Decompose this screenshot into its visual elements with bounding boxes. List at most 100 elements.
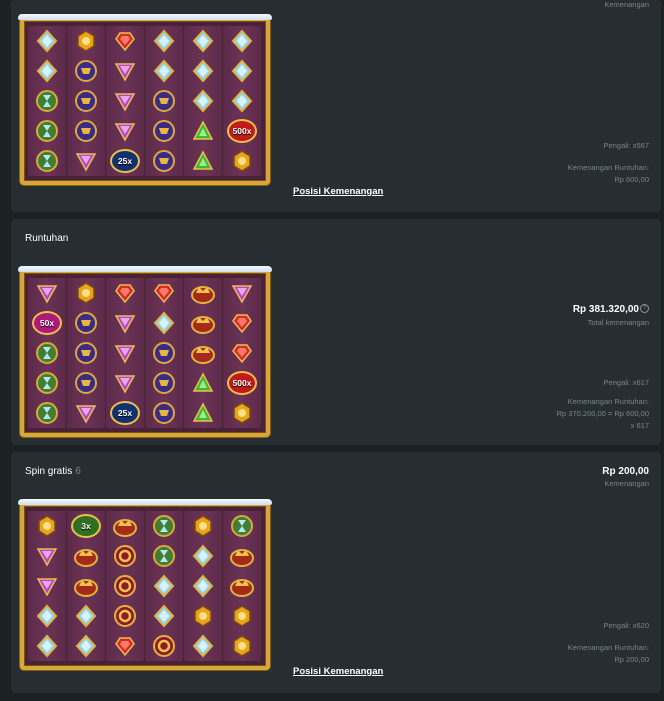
blue-diamond-icon bbox=[192, 89, 214, 113]
crown-icon bbox=[191, 286, 215, 304]
gold-hexagon-icon bbox=[233, 150, 251, 172]
multiplier-text: Pengali: x620 bbox=[603, 621, 649, 630]
purple-gem-icon bbox=[75, 405, 97, 424]
gold-hexagon-icon bbox=[233, 402, 251, 424]
blue-diamond-icon bbox=[36, 29, 58, 53]
multiplier-orb: 500x bbox=[227, 371, 257, 395]
purple-gem-icon bbox=[75, 153, 97, 172]
gold-hexagon-icon bbox=[77, 30, 95, 52]
gold-hexagon-icon bbox=[194, 605, 212, 627]
panel-title: Spin gratis 6 bbox=[25, 466, 81, 477]
red-ruby-icon bbox=[232, 344, 252, 364]
blue-diamond-icon bbox=[36, 634, 58, 658]
multiplier-orb: 25x bbox=[110, 401, 140, 425]
tumble-win-label: Kemenangan Runtuhan: bbox=[567, 397, 649, 406]
multiplier-orb: 500x bbox=[227, 119, 257, 143]
tumble-win-value: Rp 600,00 bbox=[614, 175, 649, 184]
purple-gem-icon bbox=[114, 63, 136, 82]
blue-diamond-icon bbox=[36, 59, 58, 83]
tumble-win-extra: x 617 bbox=[630, 421, 649, 430]
win-label: Kemenangan bbox=[604, 0, 649, 9]
tumble-win-value: Rp 370.200,00 = Rp 600,00 bbox=[556, 409, 649, 418]
free-spins-label: Spin gratis bbox=[25, 466, 73, 477]
purple-gem-icon bbox=[114, 315, 136, 334]
tumble-win-label: Kemenangan Runtuhan: bbox=[567, 643, 649, 652]
hourglass-icon bbox=[36, 150, 58, 172]
chalice-icon bbox=[153, 372, 175, 394]
blue-diamond-icon bbox=[192, 574, 214, 598]
ring-icon bbox=[114, 545, 136, 567]
gold-hexagon-icon bbox=[194, 515, 212, 537]
chalice-icon bbox=[153, 120, 175, 142]
gold-hexagon-icon bbox=[233, 635, 251, 657]
green-gem-icon bbox=[192, 120, 214, 140]
board-snow-cap bbox=[18, 14, 272, 20]
purple-gem-icon bbox=[231, 285, 253, 304]
purple-gem-icon bbox=[36, 578, 58, 597]
blue-diamond-icon bbox=[153, 59, 175, 83]
multiplier-orb: 3x bbox=[71, 514, 101, 538]
crown-icon bbox=[113, 519, 137, 537]
total-win-amount: Rp 381.320,00? bbox=[573, 304, 649, 315]
chalice-icon bbox=[153, 342, 175, 364]
total-win-label: Total kemenangan bbox=[587, 318, 649, 327]
game-board: 3x bbox=[18, 499, 272, 670]
crown-icon bbox=[74, 549, 98, 567]
crown-icon bbox=[74, 579, 98, 597]
multiplier-text: Pengali: x567 bbox=[603, 141, 649, 150]
multiplier-text: Pengali: x617 bbox=[603, 378, 649, 387]
panel-title: Runtuhan bbox=[25, 233, 69, 244]
multiplier-orb: 25x bbox=[110, 149, 140, 173]
purple-gem-icon bbox=[36, 285, 58, 304]
win-positions-link[interactable]: Posisi Kemenangan bbox=[293, 666, 383, 677]
ring-icon bbox=[153, 635, 175, 657]
board-snow-cap bbox=[18, 499, 272, 505]
game-board: 500x 25x bbox=[18, 14, 272, 185]
gold-hexagon-icon bbox=[233, 605, 251, 627]
crown-icon bbox=[191, 316, 215, 334]
blue-diamond-icon bbox=[153, 311, 175, 335]
red-ruby-icon bbox=[115, 637, 135, 657]
chalice-icon bbox=[75, 60, 97, 82]
ring-icon bbox=[114, 605, 136, 627]
ring-icon bbox=[114, 575, 136, 597]
purple-gem-icon bbox=[114, 123, 136, 142]
crown-icon bbox=[230, 579, 254, 597]
info-icon[interactable]: ? bbox=[640, 304, 649, 313]
board-snow-cap bbox=[18, 266, 272, 272]
blue-diamond-icon bbox=[75, 634, 97, 658]
hourglass-icon bbox=[153, 545, 175, 567]
chalice-icon bbox=[153, 90, 175, 112]
green-gem-icon bbox=[192, 402, 214, 422]
blue-diamond-icon bbox=[231, 89, 253, 113]
win-positions-link[interactable]: Posisi Kemenangan bbox=[293, 186, 383, 197]
green-gem-icon bbox=[192, 372, 214, 392]
round-panel-2: Runtuhan 50x 500x 25x Rp 381.320,00? Total… bbox=[11, 219, 661, 445]
blue-diamond-icon bbox=[231, 59, 253, 83]
red-ruby-icon bbox=[115, 284, 135, 304]
tumble-win-value: Rp 200,00 bbox=[614, 655, 649, 664]
purple-gem-icon bbox=[36, 548, 58, 567]
blue-diamond-icon bbox=[192, 29, 214, 53]
blue-diamond-icon bbox=[192, 634, 214, 658]
hourglass-icon bbox=[153, 515, 175, 537]
hourglass-icon bbox=[36, 90, 58, 112]
hourglass-icon bbox=[36, 372, 58, 394]
purple-gem-icon bbox=[114, 93, 136, 112]
gold-hexagon-icon bbox=[38, 515, 56, 537]
hourglass-icon bbox=[36, 342, 58, 364]
hourglass-icon bbox=[36, 402, 58, 424]
hourglass-icon bbox=[231, 515, 253, 537]
red-ruby-icon bbox=[115, 32, 135, 52]
gold-hexagon-icon bbox=[77, 282, 95, 304]
blue-diamond-icon bbox=[153, 574, 175, 598]
chalice-icon bbox=[75, 90, 97, 112]
multiplier-orb: 50x bbox=[32, 311, 62, 335]
total-win-value: Rp 381.320,00 bbox=[572, 304, 639, 315]
chalice-icon bbox=[75, 342, 97, 364]
blue-diamond-icon bbox=[153, 29, 175, 53]
crown-icon bbox=[230, 549, 254, 567]
game-board: 50x 500x 25x bbox=[18, 266, 272, 437]
blue-diamond-icon bbox=[192, 544, 214, 568]
win-amount: Rp 200,00 bbox=[602, 466, 649, 477]
